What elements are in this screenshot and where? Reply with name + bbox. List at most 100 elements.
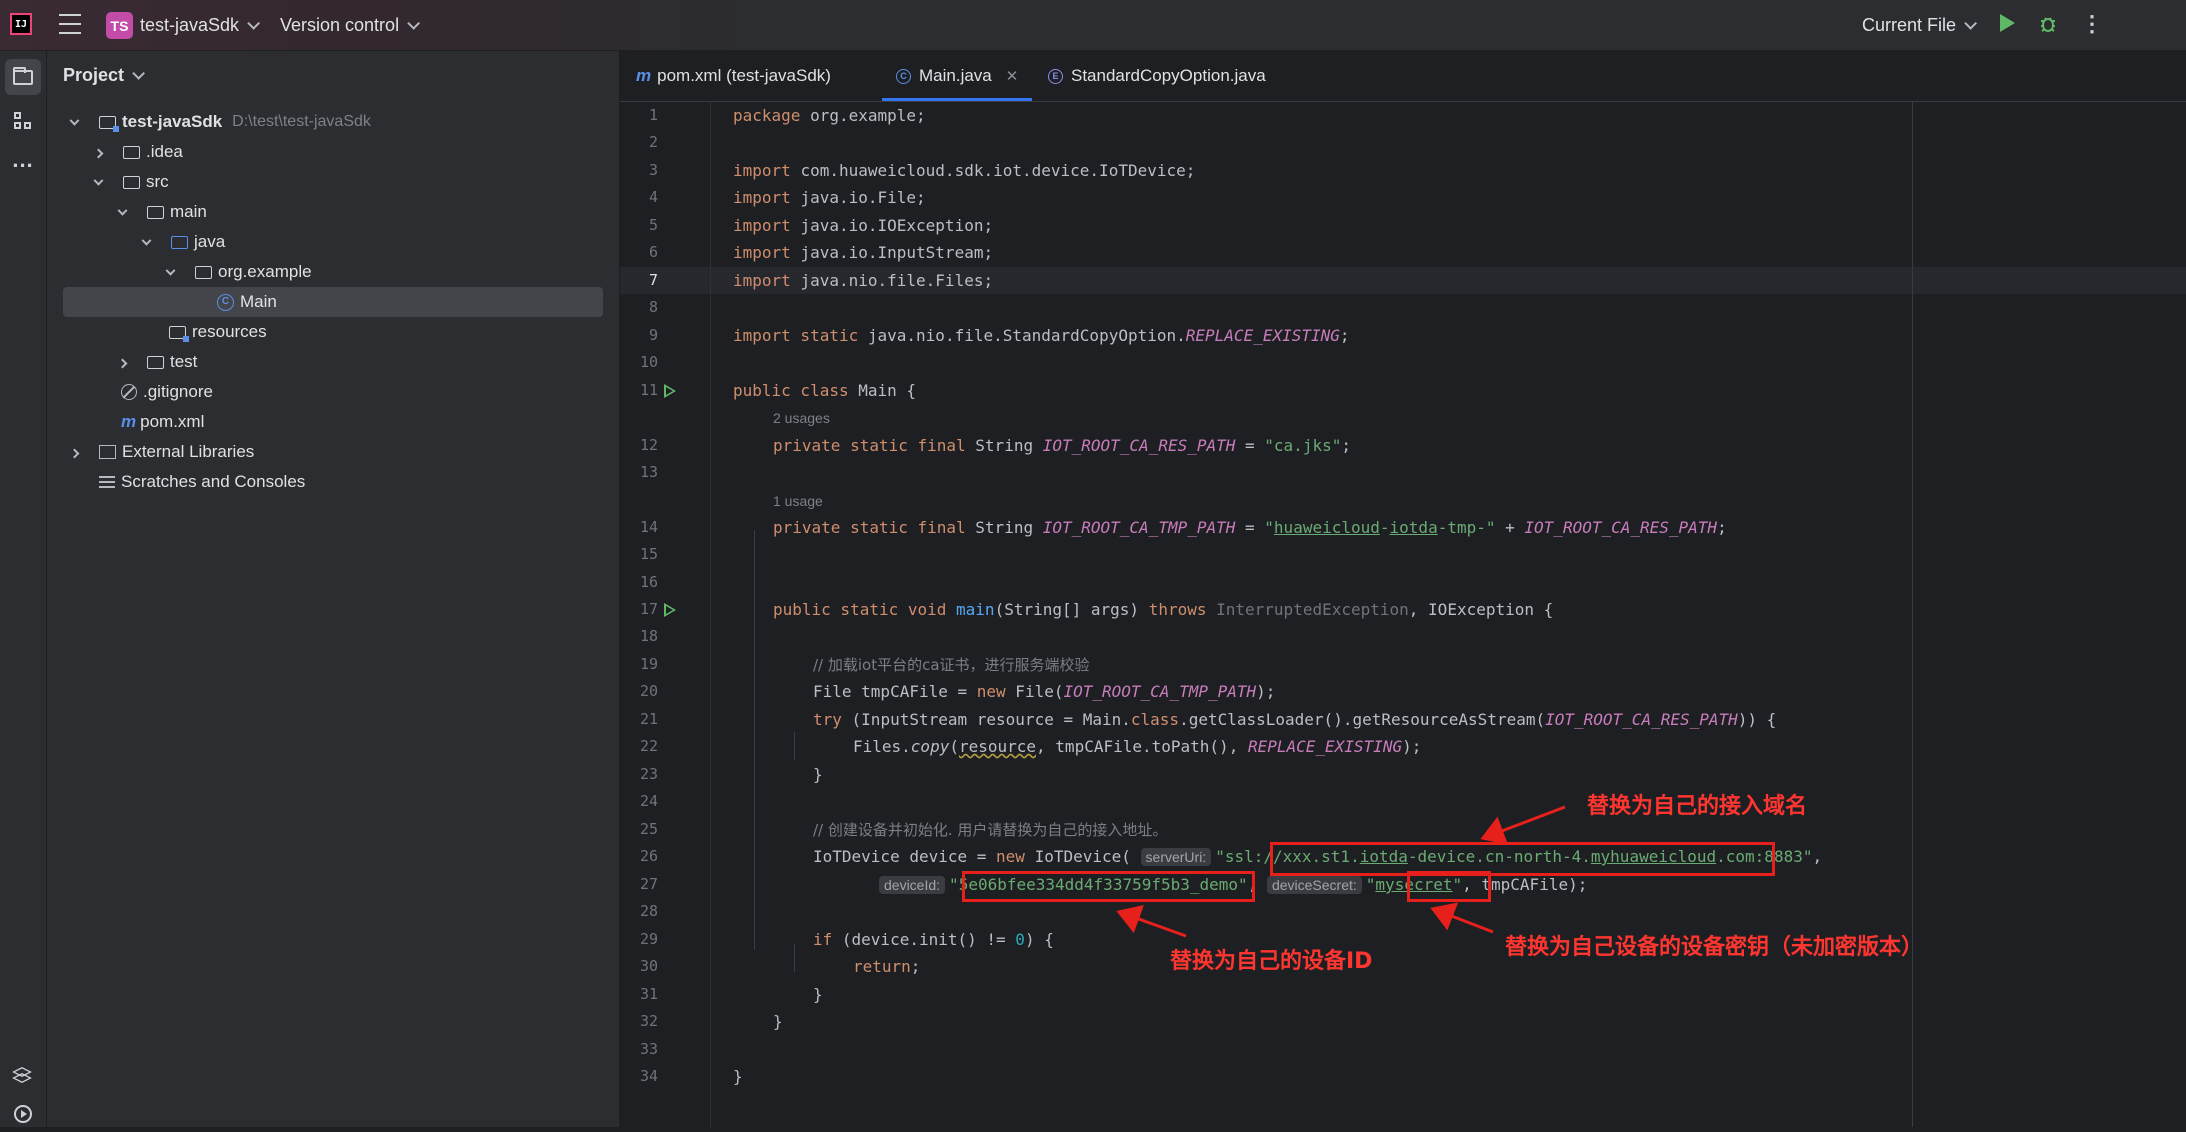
- editor-tabs: m pom.xml (test-javaSdk) C Main.java ✕ E…: [620, 51, 2186, 102]
- tree-item-label: .gitignore: [143, 382, 213, 401]
- tree-item-label: org.example: [218, 262, 312, 281]
- line-number: 8: [648, 298, 658, 316]
- run-gutter-icon[interactable]: [664, 603, 676, 617]
- line-number: 16: [639, 573, 658, 591]
- title-bar: IJ TS test-javaSdk Version control Curre…: [0, 0, 2186, 51]
- module-folder-icon: [99, 115, 119, 132]
- version-control-menu[interactable]: Version control: [280, 13, 421, 37]
- line-number: 24: [639, 792, 658, 810]
- expand-arrow-icon[interactable]: [69, 112, 93, 132]
- project-name: test-javaSdk: [140, 14, 240, 35]
- folder-icon: [123, 175, 140, 189]
- code-line-29: if (device.init() != 0) {: [813, 930, 1054, 949]
- tree-item-idea[interactable]: .idea: [63, 137, 603, 167]
- tree-item-main[interactable]: main: [63, 197, 603, 227]
- folder-icon: [147, 205, 164, 219]
- tree-item-src[interactable]: src: [63, 167, 603, 197]
- code-line-5: import java.io.IOException;: [733, 216, 994, 235]
- tree-item-external-libraries[interactable]: External Libraries: [63, 437, 603, 467]
- tree-item-label: .idea: [146, 142, 183, 161]
- tree-item-pom[interactable]: m pom.xml: [63, 407, 603, 437]
- app-logo-icon[interactable]: IJ: [10, 13, 32, 35]
- code-line-20: File tmpCAFile = new File(IOT_ROOT_CA_TM…: [813, 682, 1276, 701]
- project-tool-button[interactable]: [5, 59, 41, 95]
- expand-arrow-icon[interactable]: [117, 202, 141, 222]
- tab-pom-xml[interactable]: m pom.xml (test-javaSdk): [636, 51, 831, 101]
- run-config-label: Current File: [1862, 14, 1957, 35]
- run-gutter-icon[interactable]: [664, 384, 676, 398]
- server-uri-highlight-box: [1270, 842, 1775, 876]
- tree-item-label: Main: [240, 292, 277, 311]
- folder-icon: [123, 145, 140, 159]
- annotation-domain: 替换为自己的接入域名: [1587, 794, 1808, 819]
- tree-item-root[interactable]: test-javaSdk D:\test\test-javaSdk: [63, 107, 603, 137]
- tree-item-gitignore[interactable]: .gitignore: [63, 377, 603, 407]
- run-window-icon: [14, 1105, 32, 1123]
- run-configuration-select[interactable]: Current File: [1862, 13, 1978, 37]
- tab-standard-copy-option[interactable]: E StandardCopyOption.java: [1048, 51, 1266, 101]
- tree-item-label: pom.xml: [140, 412, 205, 431]
- code-line-21: try (InputStream resource = Main.class.g…: [813, 710, 1777, 729]
- more-actions-icon[interactable]: ⋮: [2080, 11, 2104, 36]
- line-number: 5: [648, 216, 658, 234]
- expand-arrow-icon[interactable]: [165, 262, 189, 282]
- line-number: 12: [639, 436, 658, 454]
- code-line-14: private static final String IOT_ROOT_CA_…: [773, 518, 1727, 537]
- tree-item-java[interactable]: java: [63, 227, 603, 257]
- line-number: 27: [639, 875, 658, 893]
- chevron-down-icon: [247, 16, 261, 30]
- line-number-gutter: 1 2 3 4 5 6 7 8 9 10 11 12 13 14 15 16 17 18 19 20 21 22 23 24 2…: [620, 102, 711, 1127]
- main-menu-icon[interactable]: [58, 14, 82, 34]
- structure-tool-button[interactable]: [5, 103, 41, 139]
- resources-folder-icon: [169, 325, 189, 342]
- services-tool-button[interactable]: [5, 1054, 41, 1090]
- line-number: 15: [639, 545, 658, 563]
- device-id-highlight-box: [962, 871, 1255, 902]
- usages-hint[interactable]: 2 usages: [773, 404, 830, 431]
- tree-item-test[interactable]: test: [63, 347, 603, 377]
- tree-item-scratches[interactable]: Scratches and Consoles: [63, 467, 603, 497]
- annotation-secret: 替换为自己设备的设备密钥（未加密版本）: [1505, 935, 1924, 960]
- code-line-1: package org.example;: [733, 106, 926, 125]
- expand-arrow-icon[interactable]: [93, 172, 117, 192]
- code-area[interactable]: package org.example; import com.huaweicl…: [713, 102, 2186, 1127]
- expand-arrow-icon[interactable]: [93, 142, 117, 162]
- line-number: 25: [639, 820, 658, 838]
- class-icon: C: [896, 68, 911, 84]
- tree-item-label: test-javaSdk: [122, 112, 223, 131]
- tree-item-resources[interactable]: resources: [63, 317, 603, 347]
- close-icon[interactable]: ✕: [1006, 67, 1019, 85]
- tree-item-label: src: [146, 172, 169, 191]
- line-number: 1: [648, 106, 658, 124]
- more-tools-button[interactable]: ...: [5, 147, 41, 183]
- line-number: 19: [639, 655, 658, 673]
- usages-hint[interactable]: 1 usage: [773, 487, 823, 514]
- code-line-32: }: [773, 1012, 783, 1031]
- line-number: 34: [639, 1067, 658, 1085]
- expand-arrow-icon[interactable]: [69, 442, 93, 462]
- line-number: 4: [648, 188, 658, 206]
- maven-icon: m: [121, 412, 137, 431]
- line-number: 13: [639, 463, 658, 481]
- project-switcher[interactable]: test-javaSdk: [140, 13, 261, 37]
- project-panel-title[interactable]: Project: [63, 65, 146, 86]
- tree-item-main-class[interactable]: C Main: [63, 287, 603, 317]
- tab-label: Main.java: [919, 66, 992, 85]
- tree-item-label: test: [170, 352, 198, 371]
- expand-arrow-icon[interactable]: [117, 352, 141, 372]
- expand-arrow-icon[interactable]: [141, 232, 165, 252]
- tree-item-label: resources: [192, 322, 267, 341]
- tab-main-java[interactable]: C Main.java ✕: [881, 51, 1033, 101]
- tree-item-org-example[interactable]: org.example: [63, 257, 603, 287]
- annotation-device-id: 替换为自己的设备ID: [1170, 949, 1373, 974]
- code-editor[interactable]: 1 2 3 4 5 6 7 8 9 10 11 12 13 14 15 16 17 18 19 20 21 22 23 24 2…: [620, 102, 2186, 1127]
- project-badge[interactable]: TS: [106, 12, 133, 39]
- code-line-17: public static void main(String[] args) t…: [773, 600, 1554, 619]
- project-panel: Project test-javaSdk D:\test\test-javaSd…: [47, 51, 620, 1127]
- debug-icon[interactable]: [2036, 12, 2060, 36]
- code-line-11: public class Main {: [733, 381, 917, 400]
- run-icon[interactable]: [2000, 14, 2015, 32]
- chevron-down-icon: [1964, 16, 1978, 30]
- line-number: 30: [639, 957, 658, 975]
- folder-icon: [13, 66, 33, 85]
